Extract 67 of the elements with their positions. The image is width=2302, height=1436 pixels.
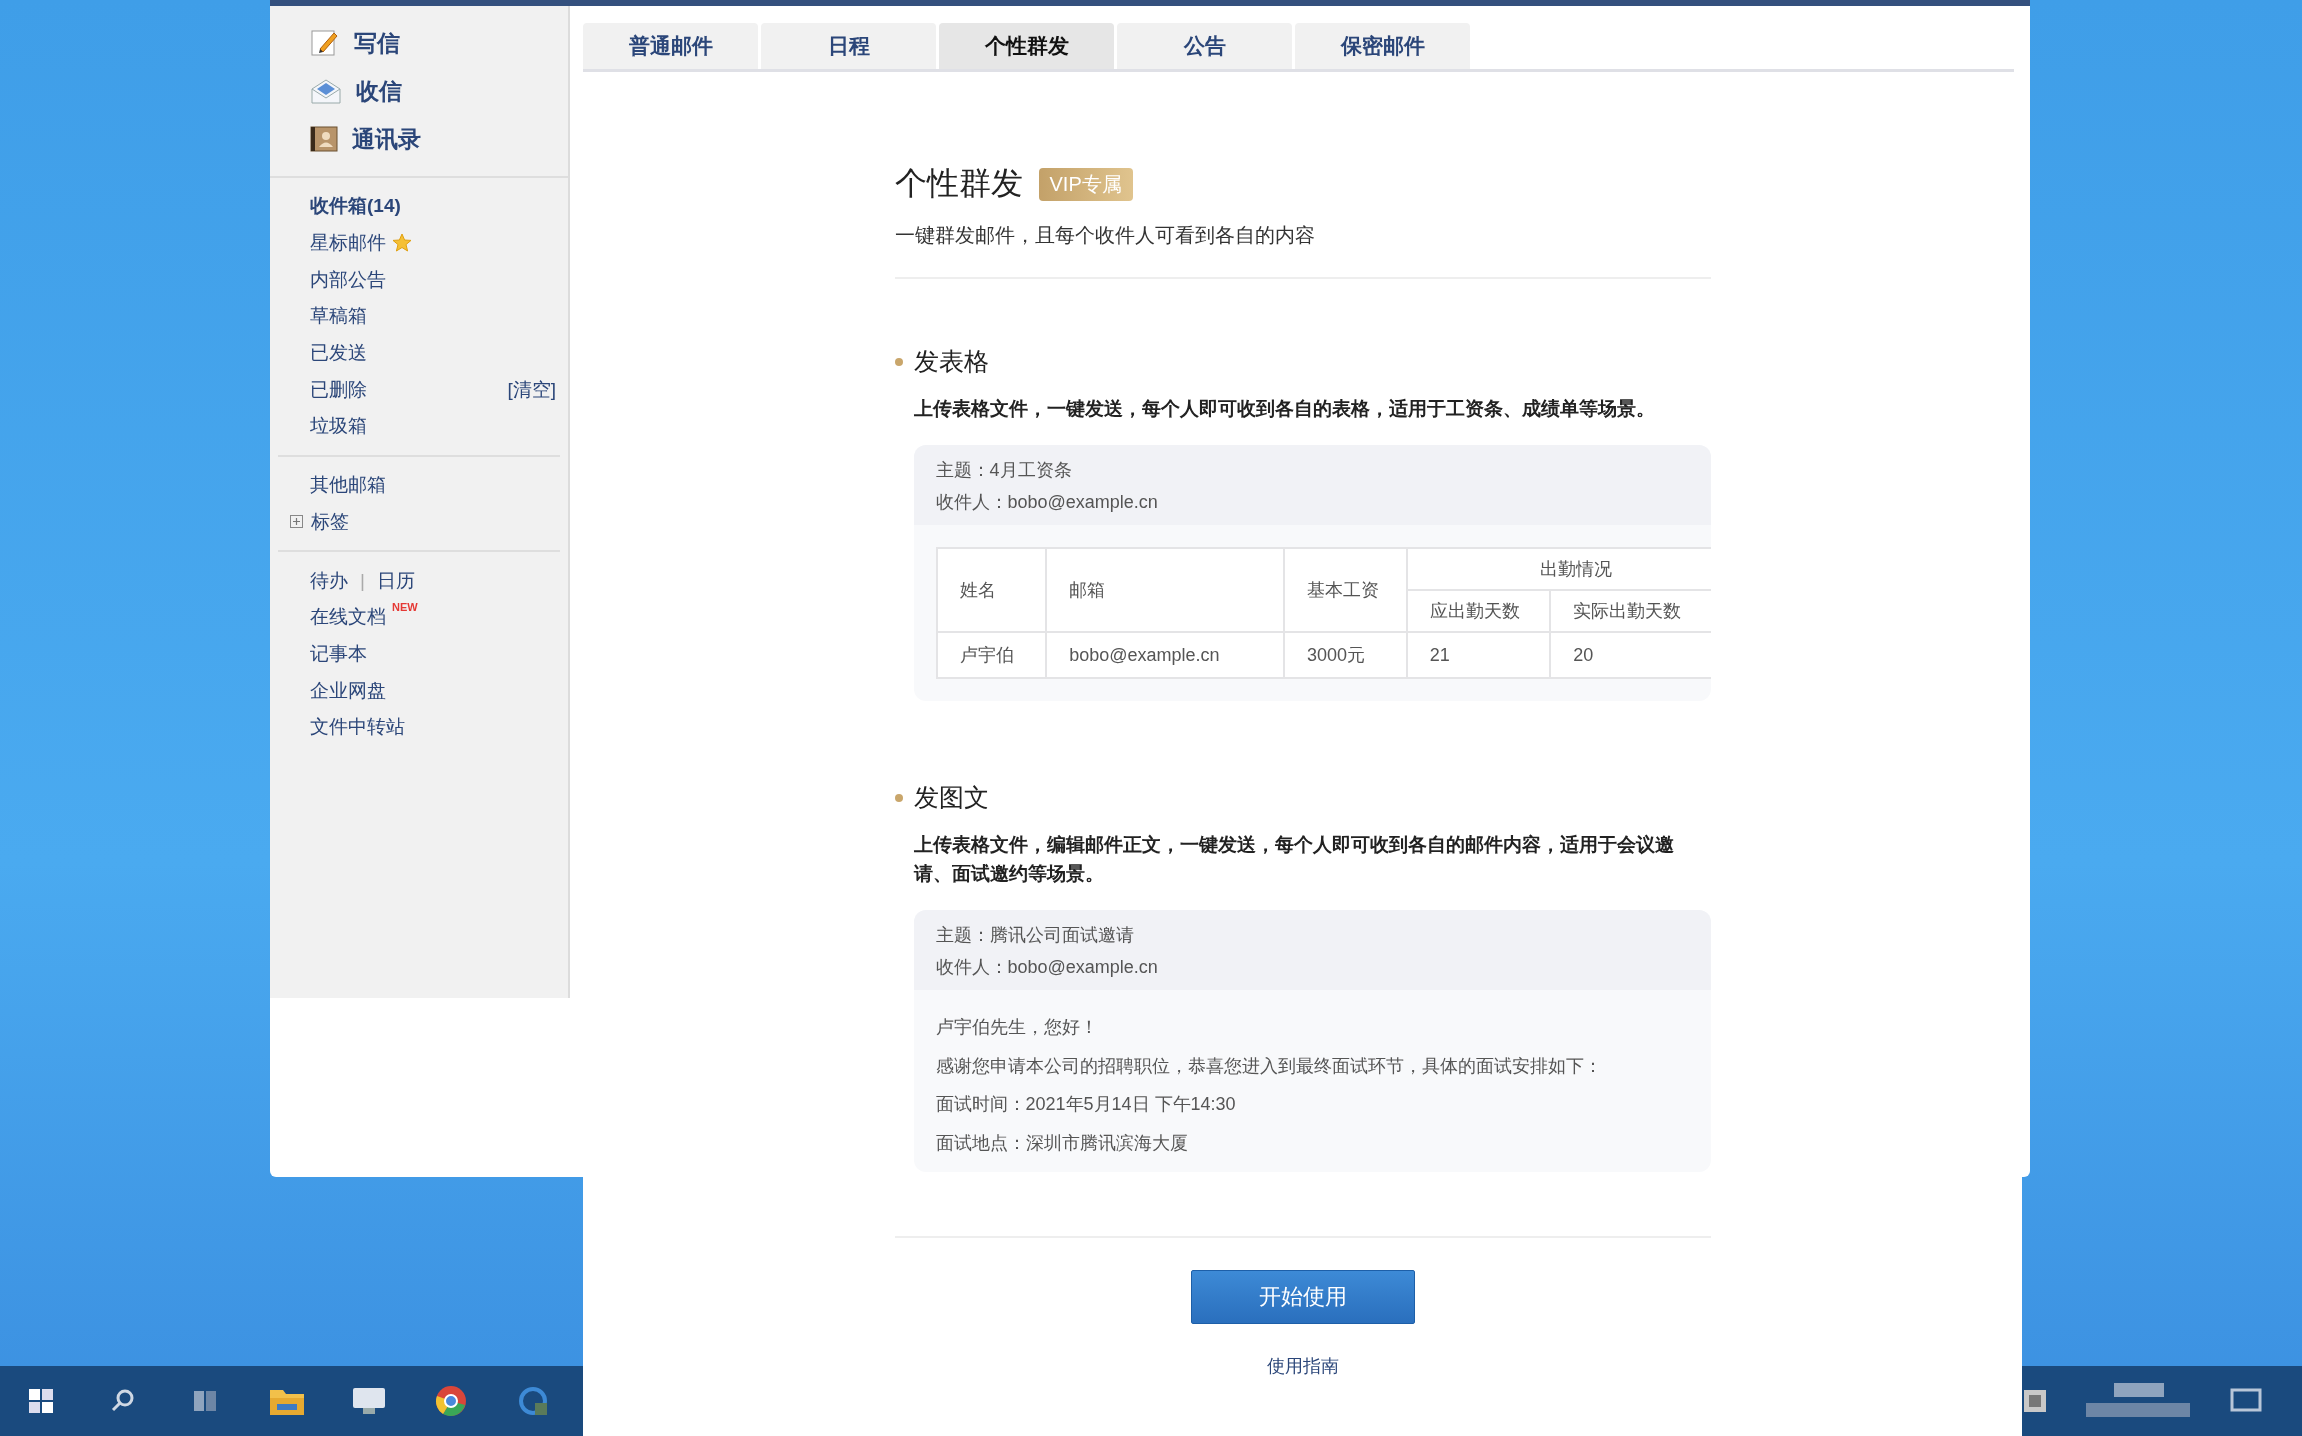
- table-cell: 21: [1406, 632, 1551, 678]
- folder-link[interactable]: 草稿箱: [310, 303, 367, 330]
- task-view-icon[interactable]: [192, 1388, 218, 1414]
- clear-link[interactable]: [清空]: [507, 376, 556, 403]
- sidebar-link[interactable]: 收信: [356, 75, 402, 107]
- globe-app-icon[interactable]: [517, 1385, 549, 1417]
- table-header: 出勤情况: [1406, 548, 1711, 590]
- sidebar-link[interactable]: 通讯录: [352, 123, 421, 155]
- vip-badge: VIP专属: [1038, 167, 1133, 201]
- guide-link[interactable]: 使用指南: [1266, 1354, 1339, 1378]
- tab[interactable]: 保密邮件: [1295, 23, 1470, 69]
- page-title: 个性群发: [894, 164, 1023, 203]
- recipient-text: 收件人：bobo@example.cn: [935, 956, 1159, 979]
- tab[interactable]: 日程: [761, 23, 936, 69]
- bullet-icon: [894, 793, 903, 802]
- table-header: 基本工资: [1283, 548, 1407, 632]
- envelope-icon: [310, 77, 342, 105]
- folder-link[interactable]: 收件箱(14): [310, 193, 401, 220]
- tab[interactable]: 普通邮件: [583, 23, 758, 69]
- section-description: 上传表格文件，编辑邮件正文，一键发送，每个人即可收到各自的邮件内容，适用于会议邀请、面试邀约等场景。: [913, 833, 1675, 886]
- table-header: 应出勤天数: [1406, 590, 1551, 632]
- bullet-icon: [894, 357, 903, 366]
- subject-text: 主题：4月工资条: [935, 459, 1073, 482]
- tool-link[interactable]: 记事本: [310, 640, 367, 667]
- start-button[interactable]: 开始使用: [1190, 1270, 1415, 1324]
- table-cell: 3000元: [1283, 632, 1407, 678]
- browser-icon[interactable]: [435, 1385, 467, 1417]
- tab[interactable]: 公告: [1117, 23, 1292, 69]
- section-title: 发表格: [913, 346, 989, 377]
- section-description: 上传表格文件，一键发送，每个人即可收到各自的表格，适用于工资条、成绩单等场景。: [913, 397, 1656, 421]
- tool-link[interactable]: 日历: [376, 567, 415, 594]
- folder-link[interactable]: 内部公告: [310, 266, 386, 293]
- subtitle: 一键群发邮件，且每个收件人可看到各自的内容: [894, 222, 1711, 279]
- monitor-icon[interactable]: [351, 1386, 387, 1416]
- letter-line: 面试时间：2021年5月14日 下午14:30: [935, 1093, 1237, 1116]
- start-icon[interactable]: [28, 1388, 54, 1414]
- notification-icon[interactable]: [2230, 1387, 2262, 1415]
- table-header: 姓名: [936, 548, 1047, 632]
- folder-link[interactable]: 其他邮箱: [310, 472, 386, 499]
- tool-link[interactable]: 文件中转站: [310, 714, 405, 741]
- letter-line: 感谢您申请本公司的招聘职位，恭喜您进入到最终面试环节，具体的面试安排如下：: [935, 1054, 1603, 1078]
- new-label: NEW: [392, 600, 418, 613]
- folder-link[interactable]: 星标邮件: [310, 230, 386, 257]
- recipient-text: 收件人：bobo@example.cn: [935, 491, 1159, 514]
- contact-book-icon: [310, 125, 338, 153]
- sidebar-link[interactable]: 写信: [354, 27, 400, 59]
- letter-line: 卢宇伯先生，您好！: [935, 1016, 1099, 1039]
- folder-link[interactable]: 标签: [311, 508, 349, 535]
- table-cell: bobo@example.cn: [1046, 632, 1284, 678]
- tab[interactable]: 个性群发: [939, 23, 1114, 69]
- tool-link[interactable]: 企业网盘: [310, 677, 386, 704]
- folder-link[interactable]: 已删除: [310, 376, 367, 403]
- folder-link[interactable]: 垃圾箱: [310, 413, 367, 440]
- search-icon[interactable]: [110, 1388, 136, 1414]
- expand-icon[interactable]: [290, 515, 303, 529]
- letter-line: 面试地点：深圳市腾讯滨海大厦: [935, 1131, 1189, 1155]
- tool-link[interactable]: 待办: [310, 567, 348, 594]
- subject-text: 主题：腾讯公司面试邀请: [935, 924, 1135, 947]
- tool-link[interactable]: 在线文档: [310, 604, 386, 631]
- table-cell: 卢宇伯: [936, 632, 1047, 678]
- section-title: 发图文: [913, 782, 989, 813]
- star-icon: [392, 233, 412, 254]
- folder-link[interactable]: 已发送: [310, 340, 367, 367]
- table-header: 邮箱: [1046, 548, 1284, 632]
- tray-icon[interactable]: [2022, 1388, 2048, 1414]
- pencil-note-icon: [310, 28, 340, 58]
- separator-text: |: [360, 569, 365, 592]
